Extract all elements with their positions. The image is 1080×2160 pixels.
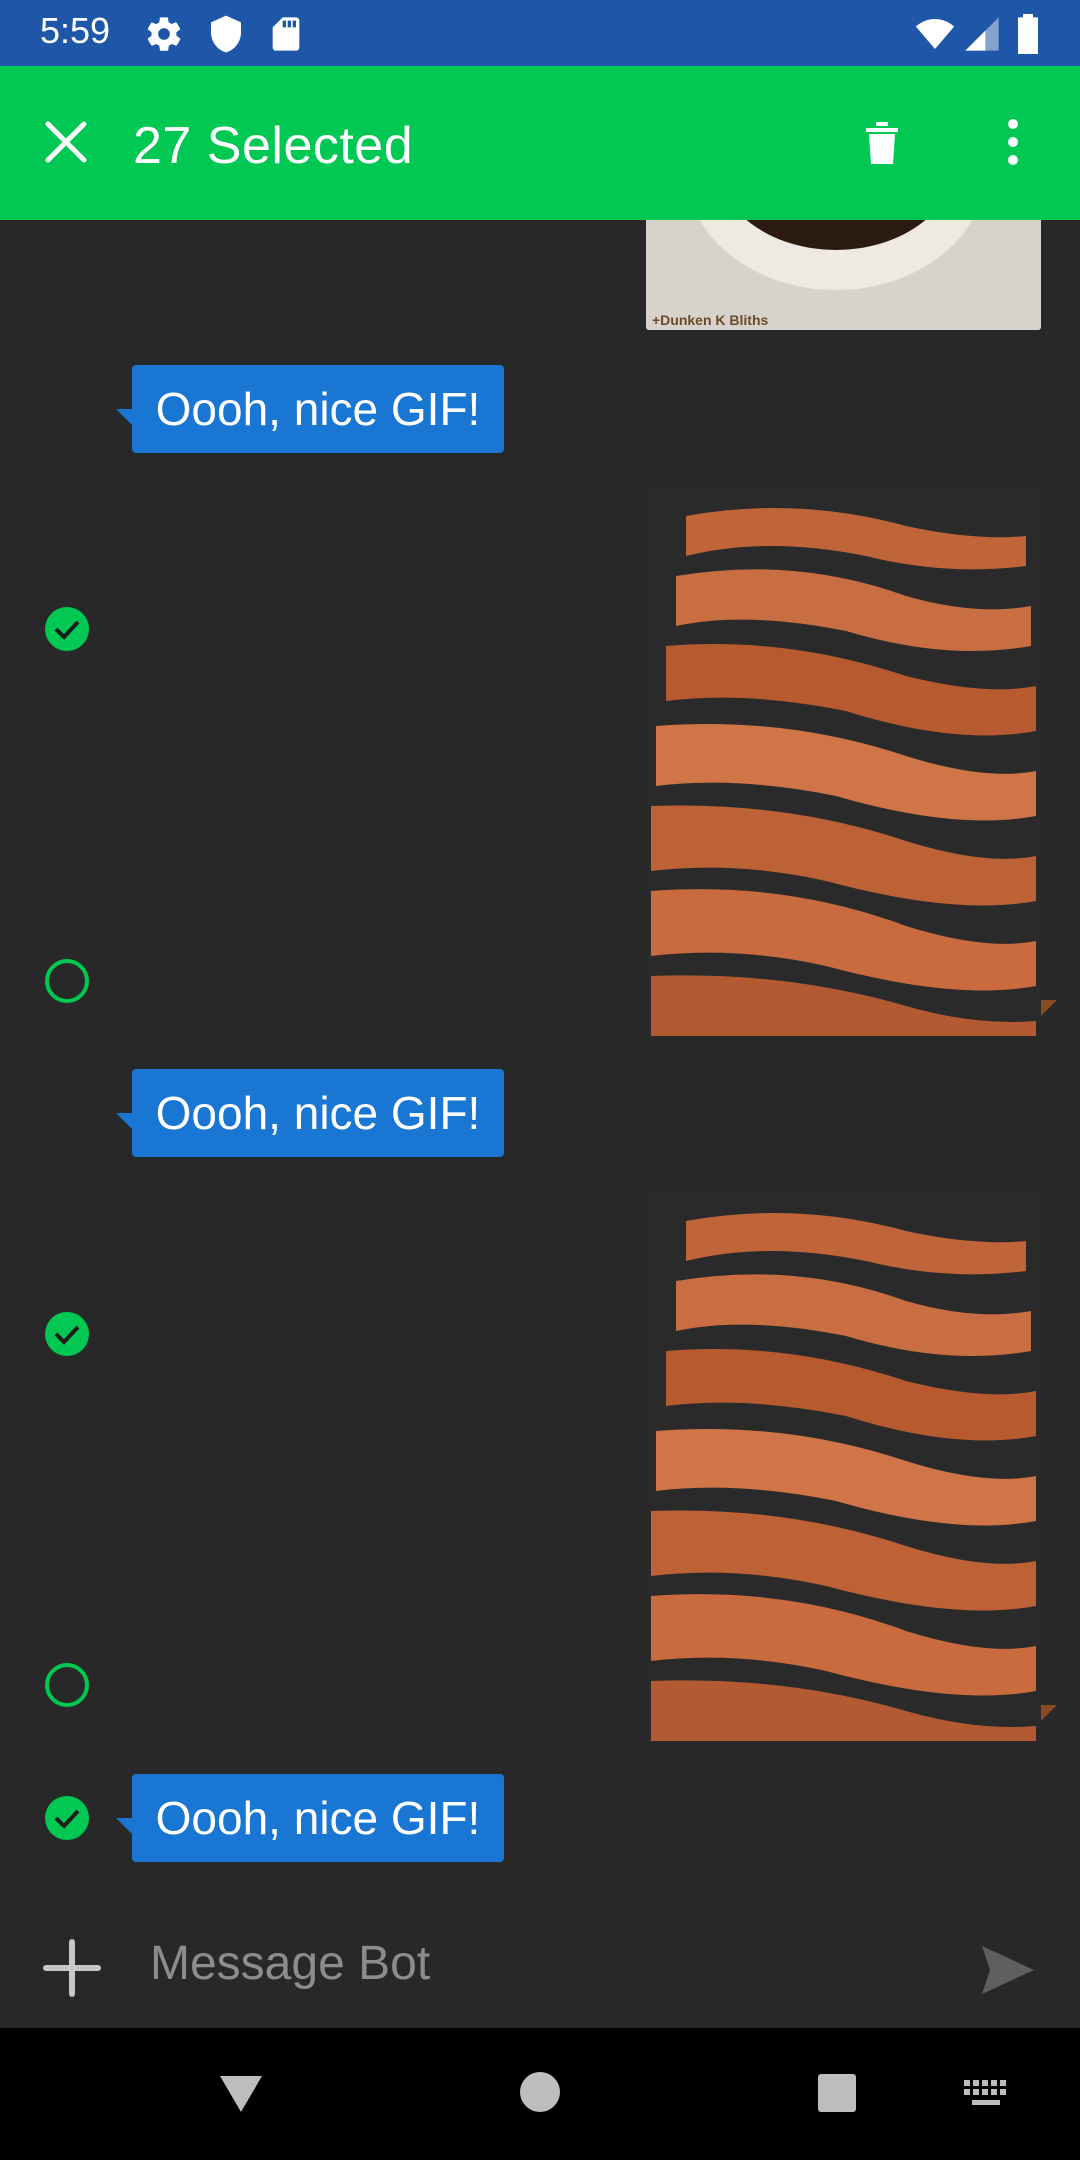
status-bar: 5:59 (0, 0, 1080, 66)
message-bubble[interactable]: Oooh, nice GIF! (116, 1774, 504, 1862)
check-icon (54, 1809, 80, 1829)
selection-checkbox-checked[interactable] (45, 1796, 89, 1840)
message-input[interactable]: Message Bot (150, 1936, 430, 1991)
message-bubble[interactable]: Oooh, nice GIF! (116, 1069, 504, 1157)
shield-icon (211, 15, 241, 53)
gif-message[interactable]: +Dunken K Bliths (646, 220, 1041, 330)
message-text: Oooh, nice GIF! (155, 383, 481, 435)
bacon-gif-image (646, 486, 1041, 1036)
selection-checkbox-checked[interactable] (45, 607, 89, 651)
message-composer: Message Bot (0, 1900, 1080, 2030)
signal-icon (965, 17, 999, 51)
gif-message[interactable] (646, 1191, 1041, 1741)
selection-checkbox[interactable] (45, 959, 89, 1003)
bacon-gif-image (646, 1191, 1041, 1741)
gif-message[interactable] (646, 486, 1041, 1036)
gif-caption: +Dunken K Bliths (652, 312, 769, 328)
selection-app-bar: 27 Selected (0, 66, 1080, 220)
wifi-icon (915, 19, 955, 49)
selection-checkbox-checked[interactable] (45, 1312, 89, 1356)
gif-tail (1041, 1000, 1057, 1016)
close-icon[interactable] (26, 102, 106, 182)
send-icon[interactable] (978, 1940, 1038, 2000)
trash-icon[interactable] (842, 102, 922, 182)
recents-icon[interactable] (816, 2072, 858, 2114)
home-icon[interactable] (518, 2070, 562, 2114)
message-bubble[interactable]: Oooh, nice GIF! (116, 365, 504, 453)
more-vert-icon[interactable] (973, 102, 1053, 182)
navigation-bar (0, 2028, 1080, 2160)
keyboard-icon[interactable] (962, 2078, 1012, 2112)
message-text: Oooh, nice GIF! (155, 1792, 481, 1844)
selection-checkbox[interactable] (45, 1663, 89, 1707)
conversation-list[interactable]: +Dunken K Bliths Oooh, nice GIF! Oooh, n… (0, 220, 1080, 1884)
status-time: 5:59 (40, 10, 111, 51)
selection-count-title: 27 Selected (133, 117, 414, 175)
message-text: Oooh, nice GIF! (155, 1087, 481, 1139)
back-icon[interactable] (216, 2072, 266, 2116)
gif-tail (1041, 1705, 1057, 1721)
plus-icon[interactable] (40, 1936, 104, 2000)
check-icon (54, 1325, 80, 1345)
gear-icon (147, 17, 181, 51)
battery-icon (1018, 14, 1038, 54)
sd-card-icon (272, 17, 300, 51)
check-icon (54, 620, 80, 640)
